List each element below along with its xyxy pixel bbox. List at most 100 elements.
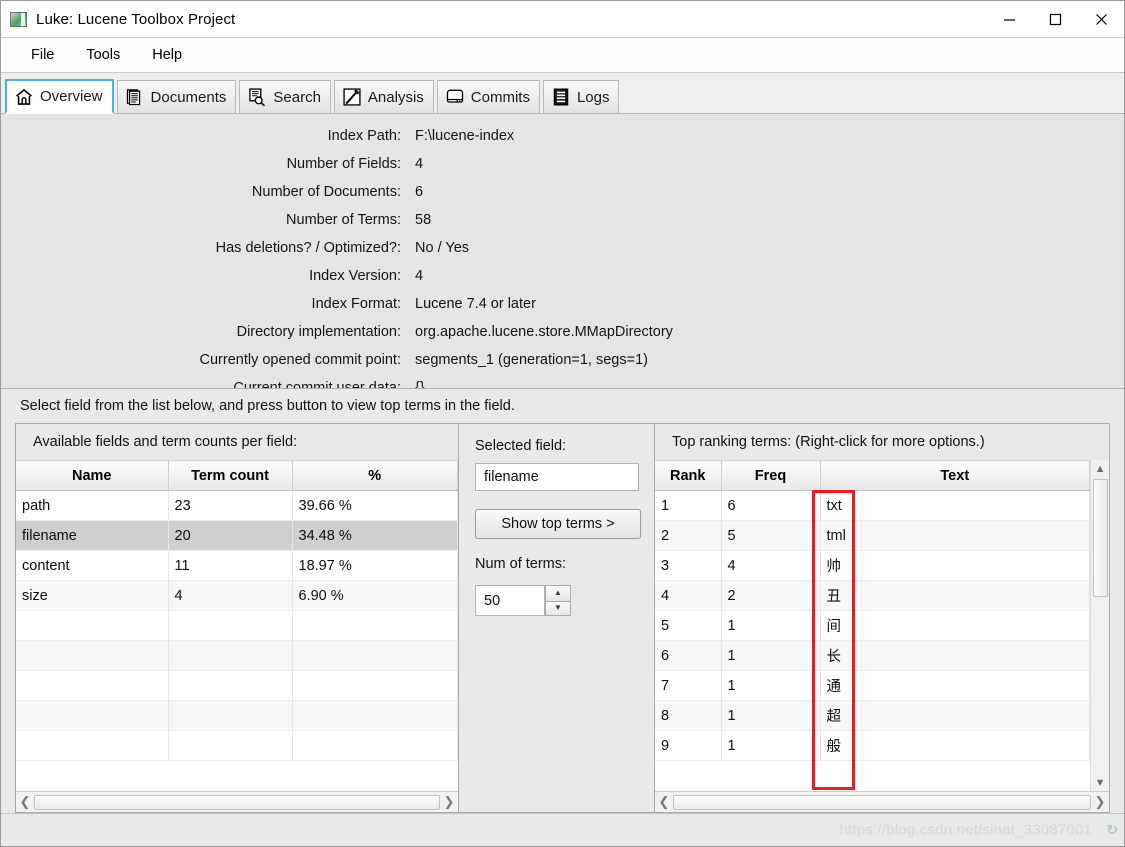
top-terms-title: Top ranking terms: (Right-click for more…	[672, 434, 985, 450]
tab-documents[interactable]: Documents	[116, 80, 237, 113]
chevron-up-icon[interactable]: ▲	[1091, 460, 1110, 477]
tab-search[interactable]: Search	[239, 80, 331, 113]
app-window-icon	[10, 11, 27, 27]
terms-vertical-scrollbar[interactable]: ▲ ▼	[1090, 460, 1110, 791]
terms-vscroll-thumb[interactable]	[1092, 479, 1108, 597]
terms-table: Rank Freq Text 1 6 txt 2 5 tml 3 4 帅 4 2…	[655, 460, 1091, 761]
terms-vscroll-track[interactable]	[1091, 477, 1110, 774]
num-of-terms-value[interactable]: 50	[475, 585, 545, 616]
selected-field-input[interactable]: filename	[475, 463, 639, 491]
num-of-terms-label: Num of terms:	[475, 556, 567, 572]
table-row[interactable]: 8 1 超	[655, 700, 1091, 731]
fields-hscroll-track[interactable]	[34, 794, 440, 810]
tab-commits[interactable]: Commits	[436, 80, 540, 113]
chevron-right-icon[interactable]: ❯	[440, 793, 458, 812]
table-row[interactable]: 1 6 txt	[655, 490, 1091, 521]
table-row-empty	[16, 670, 458, 701]
tab-overview[interactable]: Overview	[5, 79, 114, 114]
tab-search-label: Search	[273, 88, 321, 106]
close-icon	[1095, 13, 1107, 25]
num-of-terms-stepper[interactable]: 50 ▲ ▼	[475, 585, 571, 616]
term-text: 丑	[820, 580, 1091, 611]
field-name: path	[16, 490, 169, 521]
fields-col-term-count[interactable]: Term count	[168, 460, 293, 491]
menu-item-help[interactable]: Help	[140, 44, 194, 66]
term-text: 帅	[820, 550, 1091, 581]
info-value-number-of-terms: 58	[415, 212, 432, 228]
fields-col-name[interactable]: Name	[16, 460, 169, 491]
minimize-button[interactable]	[986, 1, 1032, 37]
info-row: Number of Documents: 6	[1, 178, 1124, 206]
info-row: Index Version: 4	[1, 262, 1124, 290]
title-bar: Luke: Lucene Toolbox Project	[1, 1, 1124, 37]
terms-hscroll-thumb[interactable]	[673, 794, 1091, 810]
table-row[interactable]: 3 4 帅	[655, 550, 1091, 581]
lower-region: Available fields and term counts per fie…	[1, 423, 1124, 813]
info-value-number-of-documents: 6	[415, 184, 424, 200]
info-row: Current commit user data: {}	[1, 374, 1124, 388]
chevron-left-icon[interactable]: ❮	[655, 793, 673, 812]
field-term-count: 11	[168, 550, 293, 581]
table-row-empty	[16, 730, 458, 761]
table-row-empty	[16, 700, 458, 731]
term-rank: 2	[655, 520, 722, 551]
info-value-index-path: F:\lucene-index	[415, 128, 515, 144]
info-label-has-deletions-optimized: Has deletions? / Optimized?:	[215, 240, 401, 256]
tab-logs[interactable]: Logs	[542, 80, 620, 113]
table-row[interactable]: size 4 6.90 %	[16, 580, 458, 611]
table-row[interactable]: content 11 18.97 %	[16, 550, 458, 581]
documents-icon	[126, 89, 140, 106]
menu-item-file[interactable]: File	[19, 44, 66, 66]
maximize-button[interactable]	[1032, 1, 1078, 37]
terms-col-freq[interactable]: Freq	[721, 460, 821, 491]
terms-col-text[interactable]: Text	[820, 460, 1091, 491]
tab-logs-label: Logs	[576, 88, 610, 106]
info-row: Index Format: Lucene 7.4 or later	[1, 290, 1124, 318]
tab-analysis-label: Analysis	[367, 88, 424, 106]
term-freq: 4	[721, 550, 821, 581]
terms-hscroll-track[interactable]	[673, 794, 1091, 810]
watermark-text: https://blog.csdn.net/sinat_33087001	[839, 821, 1092, 839]
table-row-empty	[16, 610, 458, 641]
close-button[interactable]	[1078, 1, 1124, 37]
info-value-commit-point: segments_1 (generation=1, segs=1)	[415, 352, 648, 368]
info-label-index-path: Index Path:	[327, 128, 401, 144]
table-row[interactable]: 7 1 通	[655, 670, 1091, 701]
fields-hscroll-thumb[interactable]	[34, 794, 440, 810]
term-freq: 1	[721, 670, 821, 701]
table-row-empty	[16, 640, 458, 671]
table-row[interactable]: 6 1 长	[655, 640, 1091, 671]
menu-item-tools[interactable]: Tools	[74, 44, 132, 66]
info-value-has-deletions-optimized: No / Yes	[415, 240, 470, 256]
chevron-right-icon[interactable]: ❯	[1091, 793, 1109, 812]
terms-horizontal-scrollbar[interactable]: ❮ ❯	[655, 791, 1109, 812]
tab-analysis[interactable]: Analysis	[333, 80, 434, 113]
table-row[interactable]: 5 1 间	[655, 610, 1091, 641]
field-pct: 6.90 %	[292, 580, 458, 611]
term-text: txt	[820, 490, 1091, 521]
table-row[interactable]: 9 1 般	[655, 730, 1091, 761]
table-row[interactable]: 2 5 tml	[655, 520, 1091, 551]
selected-field-panel: Selected field: filename Show top terms …	[459, 423, 655, 813]
triangle-up-icon[interactable]: ▲	[545, 585, 571, 601]
info-label-number-of-documents: Number of Documents:	[251, 184, 401, 200]
table-row[interactable]: 4 2 丑	[655, 580, 1091, 611]
chevron-down-icon[interactable]: ▼	[1091, 774, 1110, 791]
fields-col-pct[interactable]: %	[292, 460, 458, 491]
terms-col-rank[interactable]: Rank	[655, 460, 722, 491]
info-row: Number of Terms: 58	[1, 206, 1124, 234]
fields-horizontal-scrollbar[interactable]: ❮ ❯	[16, 791, 458, 812]
term-freq: 1	[721, 730, 821, 761]
term-text: 间	[820, 610, 1091, 641]
field-pct: 39.66 %	[292, 490, 458, 521]
maximize-icon	[1049, 13, 1061, 25]
term-freq: 2	[721, 580, 821, 611]
triangle-down-icon[interactable]: ▼	[545, 600, 571, 616]
disk-icon	[446, 89, 463, 103]
chevron-left-icon[interactable]: ❮	[16, 793, 34, 812]
table-row[interactable]: filename 20 34.48 %	[16, 520, 458, 551]
term-text: tml	[820, 520, 1091, 551]
show-top-terms-button[interactable]: Show top terms >	[475, 509, 641, 539]
table-row[interactable]: path 23 39.66 %	[16, 490, 458, 521]
info-value-directory-implementation: org.apache.lucene.store.MMapDirectory	[415, 324, 673, 340]
